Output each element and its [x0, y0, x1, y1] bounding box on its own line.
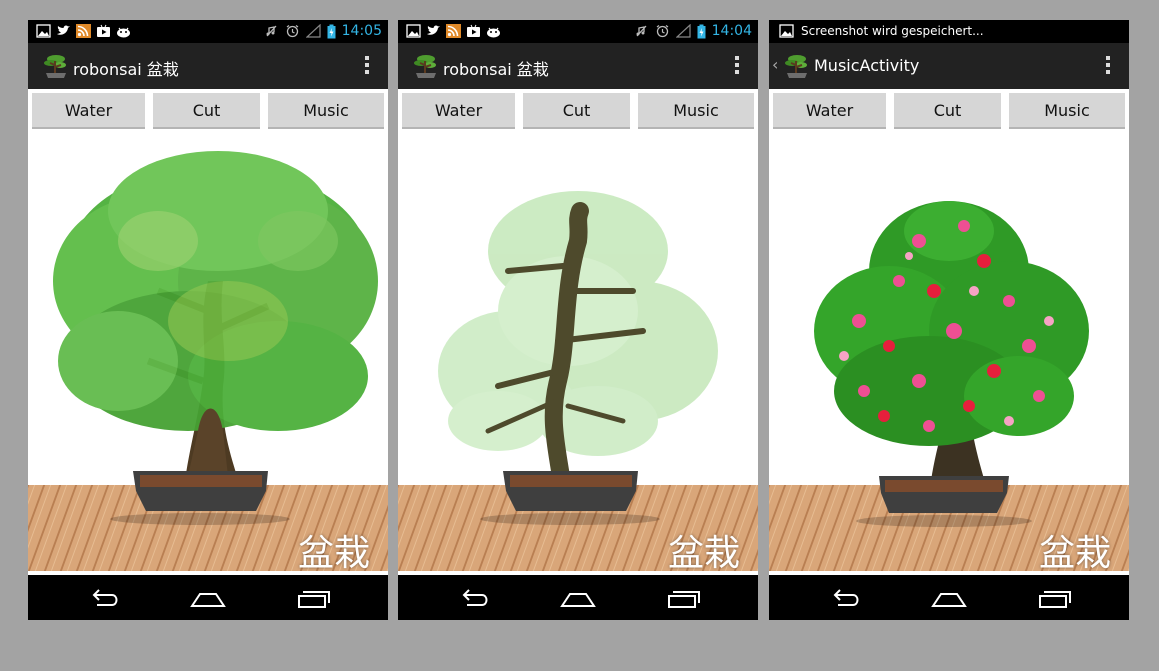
bonsai-kanji-watermark: 盆栽 [297, 533, 370, 574]
bonsai-illustration [28, 131, 388, 571]
status-notification: Screenshot wird gespeichert... [801, 24, 984, 38]
bonsai-app-icon[interactable] [40, 50, 72, 82]
overflow-menu-button[interactable] [364, 56, 370, 76]
bonsai-kanji-watermark: 盆栽 [1038, 533, 1111, 574]
navigation-bar [28, 575, 388, 620]
back-icon[interactable] [85, 586, 121, 610]
twitter-icon [57, 25, 70, 35]
mute-icon [636, 25, 647, 37]
music-button[interactable]: Music [638, 93, 754, 129]
alarm-icon [286, 25, 299, 38]
action-bar: robonsai 盆栽 [398, 43, 758, 89]
mute-icon [266, 25, 277, 37]
action-bar: ‹ MusicActivity [769, 43, 1129, 89]
back-icon[interactable] [455, 586, 491, 610]
alarm-icon [656, 25, 669, 38]
music-button[interactable]: Music [1009, 93, 1125, 129]
home-icon[interactable] [560, 586, 596, 610]
back-icon[interactable] [826, 586, 862, 610]
gallery-icon [406, 24, 421, 38]
rss-icon [446, 24, 461, 38]
bonsai-app-icon[interactable] [410, 50, 442, 82]
battery-icon [327, 24, 336, 38]
recents-icon[interactable] [1037, 586, 1073, 610]
bonsai-illustration [769, 131, 1129, 571]
cut-button[interactable]: Cut [153, 93, 260, 129]
android-icon [487, 27, 500, 38]
app-title: MusicActivity [814, 56, 920, 75]
status-clock: 14:05 [341, 23, 382, 39]
app-title: robonsai 盆栽 [443, 60, 549, 79]
gallery-icon [36, 24, 51, 38]
bonsai-illustration [398, 131, 758, 571]
app-title: robonsai 盆栽 [73, 60, 179, 79]
music-button[interactable]: Music [268, 93, 384, 129]
bonsai-kanji-watermark: 盆栽 [667, 533, 740, 574]
play-store-icon [97, 24, 110, 37]
home-icon[interactable] [931, 586, 967, 610]
status-bar: 14:04 [398, 20, 758, 43]
cut-button[interactable]: Cut [894, 93, 1001, 129]
navigation-bar [769, 575, 1129, 620]
signal-icon [675, 24, 691, 38]
bonsai-scene: 盆栽 [769, 131, 1129, 574]
status-bar: 14:05 [28, 20, 388, 43]
button-bar: Water Cut Music [398, 89, 758, 131]
phone-screen-3: Screenshot wird gespeichert... ‹ MusicAc… [769, 20, 1129, 620]
phone-screen-1: 14:05 robonsai 盆栽 Water Cut Music 盆栽 [28, 20, 388, 620]
rss-icon [76, 24, 91, 38]
battery-icon [697, 24, 706, 38]
recents-icon[interactable] [666, 586, 702, 610]
up-indicator-icon[interactable]: ‹ [772, 55, 778, 74]
button-bar: Water Cut Music [28, 89, 388, 131]
bonsai-app-icon[interactable] [781, 50, 813, 82]
signal-icon [305, 24, 321, 38]
status-clock: 14:04 [711, 23, 752, 39]
bonsai-scene: 盆栽 [398, 131, 758, 574]
overflow-menu-button[interactable] [734, 56, 740, 76]
phone-screen-2: 14:04 robonsai 盆栽 Water Cut Music 盆栽 [398, 20, 758, 620]
action-bar: robonsai 盆栽 [28, 43, 388, 89]
play-store-icon [467, 24, 480, 37]
button-bar: Water Cut Music [769, 89, 1129, 131]
overflow-menu-button[interactable] [1105, 56, 1111, 76]
cut-button[interactable]: Cut [523, 93, 630, 129]
water-button[interactable]: Water [32, 93, 145, 129]
android-icon [117, 27, 130, 38]
screenshot-icon [779, 24, 794, 38]
water-button[interactable]: Water [402, 93, 515, 129]
navigation-bar [398, 575, 758, 620]
bonsai-scene: 盆栽 [28, 131, 388, 574]
status-bar: Screenshot wird gespeichert... [769, 20, 1129, 43]
water-button[interactable]: Water [773, 93, 886, 129]
home-icon[interactable] [190, 586, 226, 610]
recents-icon[interactable] [296, 586, 332, 610]
twitter-icon [427, 25, 440, 35]
